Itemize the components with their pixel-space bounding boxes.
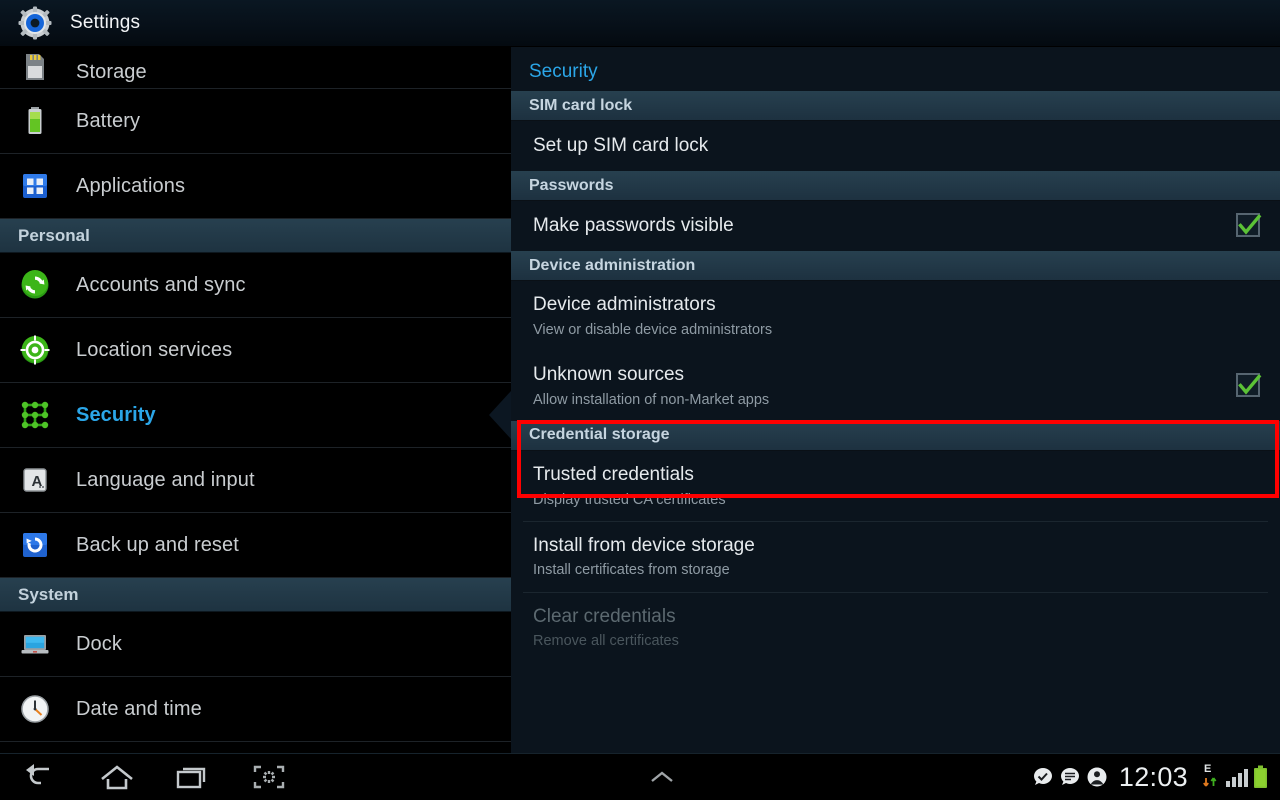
sidebar-item-battery[interactable]: Battery — [0, 89, 511, 154]
battery-full-icon — [1253, 765, 1268, 789]
nav-buttons — [0, 757, 292, 797]
checkbox-make-passwords-visible[interactable] — [1236, 213, 1262, 239]
sidebar-item-applications[interactable]: Applications — [0, 154, 511, 219]
battery-icon — [18, 104, 52, 138]
setting-title: Unknown sources — [533, 363, 685, 385]
chevron-up-icon — [651, 771, 673, 782]
settings-gear-icon — [18, 6, 52, 40]
setting-subtitle: View or disable device administrators — [533, 321, 773, 338]
checkmark-icon — [1238, 214, 1262, 235]
sidebar-item-security[interactable]: Security — [0, 383, 511, 448]
sidebar-item-label: Language and input — [76, 468, 255, 491]
apps-grid-icon — [18, 169, 52, 203]
sidebar-item-label: Battery — [76, 109, 141, 132]
sidebar-item-back-up-and-reset[interactable]: Back up and reset — [0, 513, 511, 578]
setting-title: Set up SIM card lock — [533, 135, 709, 157]
restore-arrow-icon — [18, 528, 52, 562]
sidebar-item-date-and-time[interactable]: Date and time — [0, 677, 511, 742]
sidebar-item-dock[interactable]: Dock — [0, 612, 511, 677]
setting-subtitle: Display trusted CA certificates — [533, 491, 726, 508]
sidebar-section-label: Personal — [18, 225, 90, 245]
status-tray[interactable]: 12:03 E — [1032, 762, 1280, 793]
android-settings-screen: Settings Storage Battery Applications Pe… — [0, 0, 1280, 800]
section-header-label: Device administration — [529, 256, 696, 274]
check-bubble-icon[interactable] — [1032, 766, 1054, 788]
setting-title: Device administrators — [533, 294, 716, 315]
mini-apps-tray-button[interactable] — [292, 767, 1032, 787]
sidebar-section-label: System — [18, 584, 79, 604]
sidebar-section-personal: Personal — [0, 219, 511, 253]
sidebar-item-language-and-input[interactable]: A Language and input — [0, 448, 511, 513]
section-header-label: Credential storage — [529, 426, 670, 444]
sidebar-item-storage[interactable]: Storage — [0, 47, 511, 89]
app-bar-title: Settings — [70, 12, 141, 33]
clock-icon — [18, 692, 52, 726]
setting-title: Clear credentials — [533, 605, 676, 627]
sd-card-icon — [18, 50, 52, 84]
section-header-label: Passwords — [529, 176, 614, 194]
setting-subtitle: Remove all certificates — [533, 633, 679, 650]
setting-row-make-passwords-visible[interactable]: Make passwords visible — [511, 201, 1280, 251]
setting-row-unknown-sources[interactable]: Unknown sources Allow installation of no… — [511, 351, 1280, 421]
setting-subtitle: Install certificates from storage — [533, 562, 730, 579]
checkbox-unknown-sources[interactable] — [1236, 372, 1262, 399]
setting-row-device-administrators[interactable]: Device administrators View or disable de… — [511, 281, 1280, 351]
status-clock: 12:03 — [1118, 761, 1188, 792]
message-bubble-icon[interactable] — [1059, 766, 1081, 788]
sidebar-item-label: Dock — [76, 632, 122, 655]
keyboard-a-icon: A — [18, 463, 52, 497]
checkmark-icon — [1238, 374, 1262, 395]
setting-row-trusted-credentials[interactable]: Trusted credentials Display trusted CA c… — [511, 451, 1280, 521]
section-header-sim-card-lock: SIM card lock — [511, 91, 1280, 121]
sidebar-item-label: Security — [76, 403, 156, 426]
recents-icon[interactable] — [170, 757, 216, 797]
sidebar-item-location-services[interactable]: Location services — [0, 318, 511, 383]
screenshot-icon[interactable] — [246, 757, 292, 797]
panel-title: Security — [529, 61, 598, 82]
settings-sidebar[interactable]: Storage Battery Applications Personal Ac… — [0, 47, 511, 753]
sidebar-item-label: Storage — [76, 61, 147, 83]
edge-data-icon: E — [1201, 763, 1221, 790]
section-header-credential-storage: Credential storage — [511, 420, 1280, 451]
selected-pointer-notch — [489, 391, 511, 439]
sidebar-section-system: System — [0, 578, 511, 612]
setting-row-install-from-device-storage[interactable]: Install from device storage Install cert… — [511, 522, 1280, 592]
sync-circle-icon — [18, 268, 52, 302]
setting-row-clear-credentials: Clear credentials Remove all certificate… — [511, 593, 1280, 663]
back-icon[interactable] — [18, 757, 64, 797]
signal-bars-icon — [1226, 767, 1248, 787]
sidebar-item-label: Date and time — [76, 697, 202, 720]
sidebar-item-label: Location services — [76, 338, 233, 361]
setting-title: Trusted credentials — [533, 463, 694, 485]
section-header-device-administration: Device administration — [511, 251, 1280, 281]
system-navigation-bar: 12:03 E — [0, 753, 1280, 800]
sidebar-item-label: Applications — [76, 174, 186, 197]
dock-laptop-icon — [18, 627, 52, 661]
account-bubble-icon[interactable] — [1086, 766, 1108, 788]
sidebar-item-accounts-and-sync[interactable]: Accounts and sync — [0, 253, 511, 318]
pattern-lock-icon — [18, 398, 52, 432]
setting-title: Install from device storage — [533, 534, 755, 556]
setting-title: Make passwords visible — [533, 215, 734, 237]
home-icon[interactable] — [94, 757, 140, 797]
location-target-icon — [18, 333, 52, 367]
app-bar: Settings — [0, 0, 1280, 47]
body-area: Storage Battery Applications Personal Ac… — [0, 47, 1280, 753]
setting-row-set-up-sim-card-lock[interactable]: Set up SIM card lock — [511, 121, 1280, 171]
sidebar-item-label: Back up and reset — [76, 533, 239, 556]
section-header-label: SIM card lock — [529, 96, 633, 114]
sidebar-item-label: Accounts and sync — [76, 273, 246, 296]
setting-subtitle: Allow installation of non-Market apps — [533, 391, 770, 408]
security-settings-panel: Security SIM card lock Set up SIM card l… — [511, 47, 1280, 753]
section-header-passwords: Passwords — [511, 171, 1280, 201]
